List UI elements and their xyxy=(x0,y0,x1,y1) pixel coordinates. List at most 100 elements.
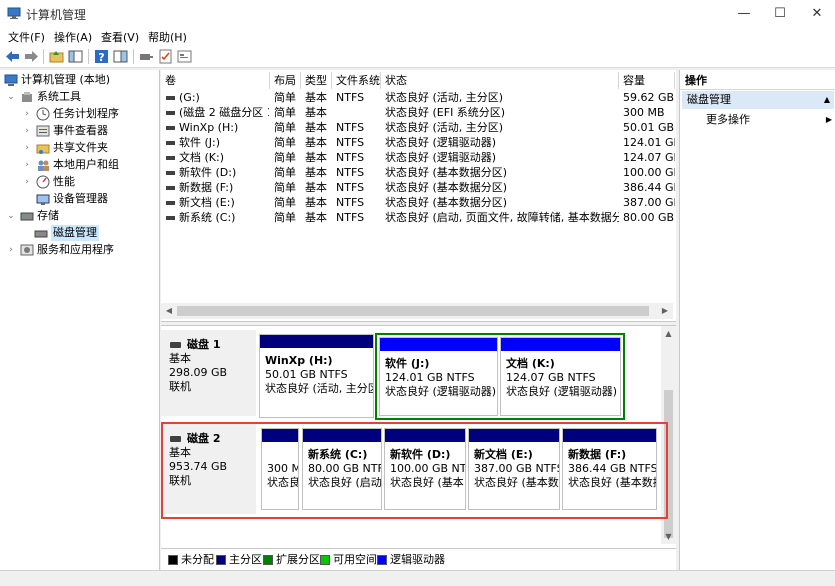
volume-icon xyxy=(166,186,175,190)
table-cell: 简单 xyxy=(274,211,296,224)
console-tree-icon[interactable] xyxy=(67,48,84,65)
show-hide-pane-icon[interactable] xyxy=(112,48,129,65)
collapse-icon[interactable]: ▲ xyxy=(824,91,830,109)
table-cell: 386.44 GB xyxy=(623,181,675,194)
menu-help[interactable]: 帮助(H) xyxy=(148,29,187,45)
column-header-capacity[interactable]: 容量 xyxy=(619,72,675,89)
legend: 未分配 主分区 扩展分区 可用空间 逻辑驱动器 xyxy=(161,548,676,570)
horizontal-scrollbar[interactable]: ◀ ▶ xyxy=(161,303,673,319)
partition-documents-k[interactable]: 文档 (K:) 124.07 GB NTFS 状态良好 (逻辑驱动器) xyxy=(500,337,621,416)
table-cell: 59.62 GB xyxy=(623,91,675,104)
help-icon[interactable]: ? xyxy=(93,48,110,65)
actions-section-disk-management[interactable]: 磁盘管理 ▲ xyxy=(682,91,834,109)
actions-pane: 操作 磁盘管理 ▲ 更多操作 ▶ xyxy=(679,70,835,570)
scroll-thumb[interactable] xyxy=(177,306,649,316)
chevron-right-icon[interactable]: › xyxy=(6,242,16,258)
table-row[interactable]: 新系统 (C:) 简单 基本 NTFS 状态良好 (启动, 页面文件, 故障转储, 基本… xyxy=(161,210,674,225)
table-cell: 基本 xyxy=(305,136,327,149)
chevron-right-icon[interactable]: › xyxy=(22,106,32,122)
volume-icon xyxy=(166,126,175,130)
table-cell: (磁盘 2 磁盘分区 1) xyxy=(179,106,269,119)
volume-icon xyxy=(166,156,175,160)
checklist-icon[interactable] xyxy=(157,48,174,65)
partition-status: 状态良好 (活动, 主分区 xyxy=(265,382,374,395)
table-row[interactable]: 新文档 (E:) 简单基本 NTFS 状态良好 (基本数据分区) 387.00 GB xyxy=(161,195,675,210)
table-row[interactable]: 新软件 (D:) 简单基本 NTFS 状态良好 (基本数据分区) 100.00 GB xyxy=(161,165,675,180)
menu-action[interactable]: 操作(A) xyxy=(54,29,92,45)
partition-size: 124.01 GB NTFS xyxy=(385,371,475,384)
minimize-button[interactable]: — xyxy=(727,0,761,27)
table-cell: 基本 xyxy=(305,166,327,179)
disk-icon xyxy=(170,342,181,348)
column-header-type[interactable]: 类型 xyxy=(301,72,332,89)
column-header-layout[interactable]: 布局 xyxy=(270,72,301,89)
table-cell: NTFS xyxy=(336,166,365,179)
table-cell: 简单 xyxy=(274,196,296,209)
table-cell: WinXp (H:) xyxy=(179,121,239,134)
column-header-status[interactable]: 状态 xyxy=(381,72,619,89)
scroll-right-icon[interactable]: ▶ xyxy=(657,303,673,319)
volume-icon xyxy=(166,171,175,175)
table-cell: 基本 xyxy=(305,181,327,194)
table-row[interactable]: (G:) 简单 基本 NTFS 状态良好 (活动, 主分区) 59.62 GB xyxy=(161,90,675,105)
chevron-right-icon[interactable]: › xyxy=(22,123,32,139)
table-cell: 387.00 GB xyxy=(623,196,675,209)
table-cell: NTFS xyxy=(336,136,365,149)
chevron-down-icon[interactable]: ⌄ xyxy=(6,208,16,224)
menu-view[interactable]: 查看(V) xyxy=(101,29,139,45)
partition-name: 文档 (K:) xyxy=(506,357,555,370)
table-cell: 新系统 (C:) xyxy=(179,211,236,224)
partition-size: 124.07 GB NTFS xyxy=(506,371,596,384)
table-row[interactable]: WinXp (H:) 简单 基本 NTFS 状态良好 (活动, 主分区) 50.01 GB xyxy=(161,120,674,135)
partition-winxp-h[interactable]: WinXp (H:) 50.01 GB NTFS 状态良好 (活动, 主分区 xyxy=(259,334,374,418)
volume-icon xyxy=(166,201,175,205)
table-cell: 基本 xyxy=(305,91,327,104)
disk-1-name: 磁盘 1 xyxy=(187,338,221,351)
table-cell: NTFS xyxy=(336,121,365,134)
menu-file[interactable]: 文件(F) xyxy=(8,29,45,45)
scroll-down-icon[interactable]: ▼ xyxy=(661,529,676,544)
up-folder-icon[interactable] xyxy=(48,48,65,65)
disk-1-size: 298.09 GB xyxy=(169,366,228,379)
connect-icon[interactable] xyxy=(138,48,155,65)
disk-1-type: 基本 xyxy=(169,352,191,365)
table-row[interactable]: 文档 (K:) 简单基本 NTFS 状态良好 (逻辑驱动器) 124.07 GB xyxy=(161,150,675,165)
table-cell: 300 MB xyxy=(623,106,665,119)
disk-1-info[interactable]: 磁盘 1 基本 298.09 GB 联机 xyxy=(161,330,256,416)
properties-icon[interactable] xyxy=(176,48,193,65)
actions-more[interactable]: 更多操作 ▶ xyxy=(706,112,834,128)
volume-list: 卷 布局 类型 文件系统 状态 容量 (G:) 简单 基本 NTFS 状态良好 (活动,… xyxy=(161,70,676,320)
table-row[interactable]: 新数据 (F:) 简单基本 NTFS 状态良好 (基本数据分区) 386.44 GB xyxy=(161,180,675,195)
partition-software-j[interactable]: 软件 (J:) 124.01 GB NTFS 状态良好 (逻辑驱动器) xyxy=(379,337,498,416)
legend-swatch xyxy=(263,555,273,565)
table-row[interactable]: 软件 (J:) 简单基本 NTFS 状态良好 (逻辑驱动器) 124.01 GB xyxy=(161,135,675,150)
table-row[interactable]: (磁盘 2 磁盘分区 1) 简单 基本 状态良好 (EFI 系统分区) 300 MB xyxy=(161,105,673,120)
users-icon xyxy=(38,160,49,171)
menu-bar: 文件(F) 操作(A) 查看(V) 帮助(H) xyxy=(0,27,835,46)
table-cell: 新文档 (E:) xyxy=(179,196,235,209)
chevron-right-icon[interactable]: › xyxy=(22,140,32,156)
back-arrow-icon[interactable] xyxy=(4,48,21,65)
table-cell: 基本 xyxy=(305,196,327,209)
table-cell: 124.07 GB xyxy=(623,151,675,164)
partition-name: 软件 (J:) xyxy=(385,357,430,370)
maximize-button[interactable]: ☐ xyxy=(763,0,797,27)
scroll-up-icon[interactable]: ▲ xyxy=(661,326,676,341)
legend-swatch xyxy=(168,555,178,565)
scroll-left-icon[interactable]: ◀ xyxy=(161,303,177,319)
table-cell: 基本 xyxy=(305,106,327,119)
volume-icon xyxy=(166,216,175,220)
column-header-filesystem[interactable]: 文件系统 xyxy=(332,72,381,89)
chevron-right-icon[interactable]: › xyxy=(22,174,32,190)
legend-swatch xyxy=(320,555,330,565)
disk-management-icon xyxy=(34,230,48,238)
chevron-right-icon[interactable]: › xyxy=(22,157,32,173)
table-cell: 软件 (J:) xyxy=(179,136,221,149)
table-cell: 状态良好 (逻辑驱动器) xyxy=(385,151,497,164)
close-button[interactable]: ✕ xyxy=(800,0,834,27)
forward-arrow-icon[interactable] xyxy=(23,48,40,65)
table-cell: 124.01 GB xyxy=(623,136,675,149)
disk-1-status: 联机 xyxy=(169,380,191,393)
chevron-down-icon[interactable]: ⌄ xyxy=(6,89,16,105)
column-header-volume[interactable]: 卷 xyxy=(161,72,270,89)
